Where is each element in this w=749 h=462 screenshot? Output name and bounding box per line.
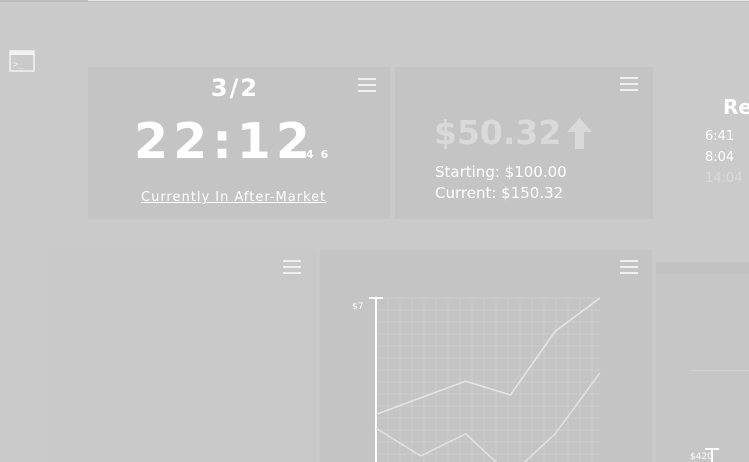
line-chart — [369, 297, 719, 462]
series-line — [375, 297, 601, 416]
y-axis-top-label: $7 — [352, 302, 364, 312]
right-chart-y-label: $420 — [690, 452, 713, 462]
series-line — [375, 372, 601, 462]
